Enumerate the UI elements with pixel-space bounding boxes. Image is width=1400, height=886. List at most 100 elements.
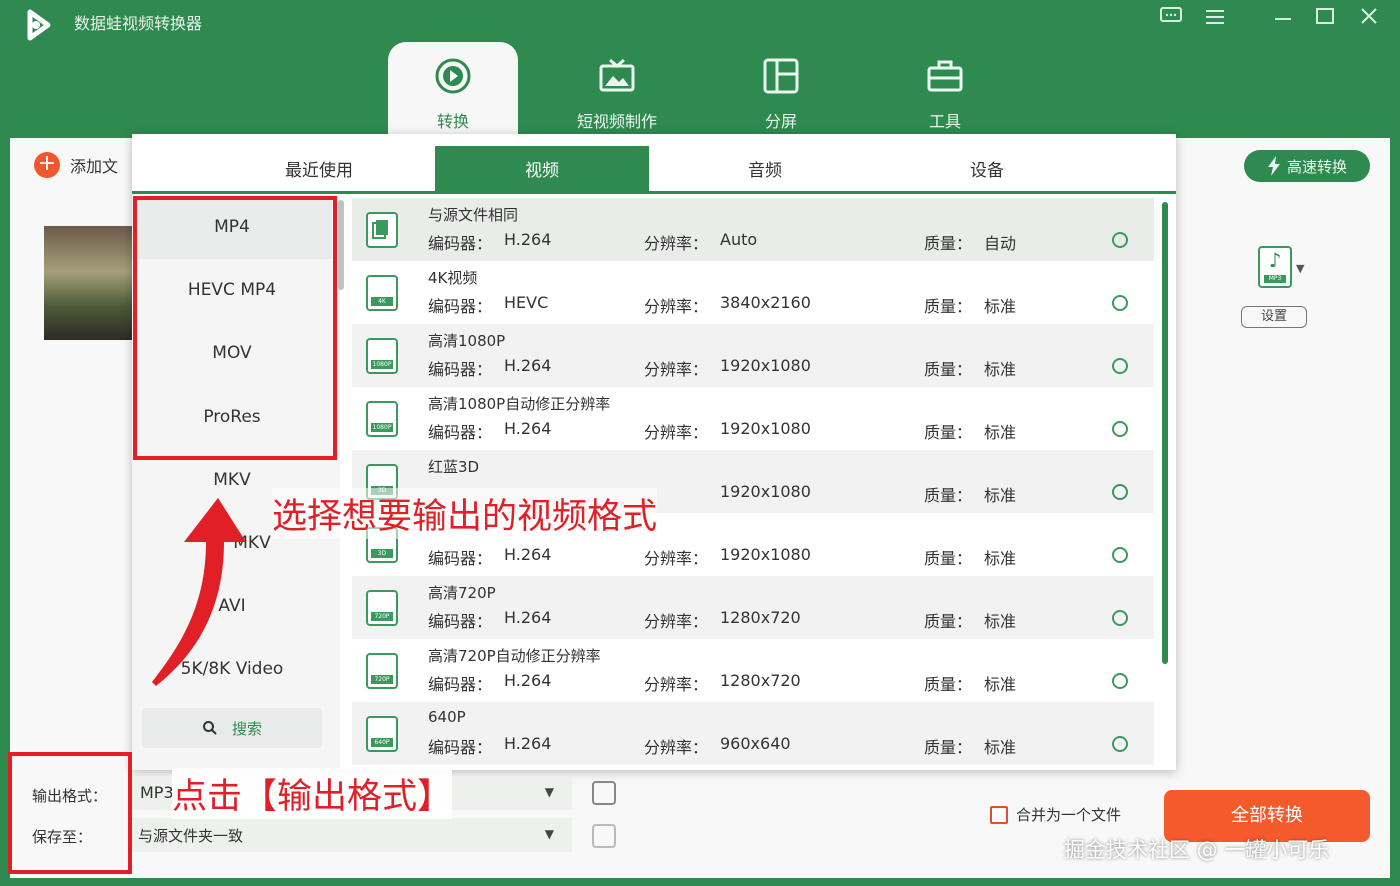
quality-label: 质量： [924, 486, 973, 505]
output-format-icon[interactable]: ♪ MP3 [1258, 246, 1292, 288]
tab-recent[interactable]: 最近使用 [212, 146, 426, 194]
preset-name: 高清720P [428, 584, 496, 602]
gear-icon[interactable] [1112, 547, 1128, 563]
merge-option[interactable]: 合并为一个文件 [990, 804, 1121, 825]
tab-video[interactable]: 视频 [435, 146, 649, 194]
format-tabs: 最近使用 视频 音频 设备 [132, 146, 1176, 194]
save-to-select[interactable]: 与源文件夹一致 ▼ [132, 818, 572, 852]
resolution-value: 1920x1080 [720, 419, 811, 438]
codec-value: H.264 [504, 545, 552, 564]
quality-value: 标准 [984, 423, 1017, 442]
chevron-down-icon: ▼ [544, 827, 554, 841]
video-file-icon: 720P [366, 653, 398, 689]
fast-convert-label: 高速转换 [1286, 157, 1347, 176]
quality-label: 质量： [924, 297, 973, 316]
resolution-value: 3840x2160 [720, 293, 811, 312]
video-file-icon: 640P [366, 716, 398, 752]
video-file-icon: 720P [366, 590, 398, 626]
resolution-value: 1920x1080 [720, 356, 811, 375]
format-search-button[interactable]: 搜索 [142, 708, 322, 748]
gear-icon[interactable] [1112, 484, 1128, 500]
mp3-tag: MP3 [1264, 275, 1286, 283]
app-title: 数据蛙视频转换器 [74, 14, 203, 33]
format-settings-icon[interactable] [592, 781, 616, 805]
search-icon [202, 721, 217, 735]
close-icon[interactable] [1354, 6, 1384, 34]
tab-tools[interactable]: 工具 [880, 42, 1010, 138]
codec-label: 编码器： [428, 423, 493, 442]
quality-value: 标准 [984, 360, 1017, 379]
video-file-icon: 1080P [366, 401, 398, 437]
plus-icon: + [34, 152, 60, 178]
preset-tag: 720P [371, 675, 393, 684]
preset-row[interactable]: 1080P 高清1080P自动修正分辨率 编码器： H.264 分辨率： 192… [352, 387, 1154, 450]
preset-row[interactable]: 与源文件相同 编码器： H.264 分辨率： Auto 质量： 自动 [352, 198, 1154, 261]
codec-label: 编码器： [428, 297, 493, 316]
merge-label: 合并为一个文件 [1016, 806, 1122, 824]
preset-tag: 3D [371, 549, 393, 558]
codec-value: H.264 [504, 608, 552, 627]
codec-label: 编码器： [428, 549, 493, 568]
gear-icon[interactable] [1112, 736, 1128, 752]
gear-icon[interactable] [1112, 610, 1128, 626]
tab-convert[interactable]: 转换 [388, 42, 518, 138]
preset-scrollbar[interactable] [1162, 202, 1168, 664]
preset-name: 高清720P自动修正分辨率 [428, 647, 601, 665]
minimize-icon[interactable] [1268, 6, 1298, 34]
convert-icon [435, 58, 471, 94]
video-file-icon: 4K [366, 275, 398, 311]
chevron-down-icon[interactable]: ▼ [1296, 262, 1304, 275]
resolution-label: 分辨率： [644, 360, 709, 379]
codec-value: H.264 [504, 419, 552, 438]
codec-label: 编码器： [428, 612, 493, 631]
tab-short-video[interactable]: 短视频制作 [552, 42, 682, 138]
codec-value: HEVC [504, 293, 549, 312]
gear-icon[interactable] [1112, 295, 1128, 311]
resolution-label: 分辨率： [644, 738, 709, 757]
maximize-icon[interactable] [1310, 6, 1340, 34]
category-scrollbar[interactable] [338, 200, 344, 290]
tab-device[interactable]: 设备 [880, 146, 1094, 194]
quality-label: 质量： [924, 675, 973, 694]
preset-tag: 640P [371, 738, 393, 747]
tab-tools-label: 工具 [928, 112, 961, 131]
video-thumbnail[interactable] [44, 226, 136, 340]
codec-label: 编码器： [428, 738, 493, 757]
app-logo-icon [27, 9, 51, 41]
menu-icon[interactable] [1200, 6, 1230, 34]
resolution-value: Auto [720, 230, 758, 249]
search-label: 搜索 [231, 719, 262, 738]
gear-icon[interactable] [1112, 421, 1128, 437]
preset-row[interactable]: 4K 4K视频 编码器： HEVC 分辨率： 3840x2160 质量： 标准 [352, 261, 1154, 324]
gear-icon[interactable] [1112, 673, 1128, 689]
save-to-value: 与源文件夹一致 [138, 827, 244, 845]
video-file-icon: 1080P [366, 338, 398, 374]
folder-icon[interactable] [592, 824, 616, 848]
add-file-button[interactable]: + 添加文 [34, 152, 118, 178]
feedback-icon[interactable] [1156, 6, 1186, 34]
fast-convert-button[interactable]: 高速转换 [1244, 150, 1370, 182]
add-file-label: 添加文 [70, 157, 119, 176]
quality-label: 质量： [924, 612, 973, 631]
preset-row[interactable]: 640P 640P 编码器： H.264 分辨率： 960x640 质量： 标准 [352, 702, 1154, 765]
gear-icon[interactable] [1112, 232, 1128, 248]
quality-value: 自动 [984, 234, 1017, 253]
preset-row[interactable]: 720P 高清720P 编码器： H.264 分辨率： 1280x720 质量：… [352, 576, 1154, 639]
annotation-arrow-icon [152, 498, 246, 686]
preset-name: 高清1080P自动修正分辨率 [428, 395, 611, 413]
output-format-value: MP3 [140, 783, 174, 802]
preset-row[interactable]: 1080P 高清1080P 编码器： H.264 分辨率： 1920x1080 … [352, 324, 1154, 387]
resolution-label: 分辨率： [644, 423, 709, 442]
preset-row[interactable]: 720P 高清720P自动修正分辨率 编码器： H.264 分辨率： 1280x… [352, 639, 1154, 702]
merge-checkbox[interactable] [990, 805, 1008, 824]
gear-icon[interactable] [1112, 358, 1128, 374]
chevron-down-icon: ▼ [544, 785, 554, 799]
highlight-box-formats [133, 196, 337, 460]
tab-split-screen[interactable]: 分屏 [716, 42, 846, 138]
codec-label: 编码器： [428, 234, 493, 253]
tab-audio[interactable]: 音频 [658, 146, 872, 194]
split-screen-icon [763, 58, 799, 94]
quality-value: 标准 [984, 549, 1017, 568]
tv-icon [599, 58, 635, 92]
settings-button[interactable]: 设置 [1241, 306, 1307, 328]
